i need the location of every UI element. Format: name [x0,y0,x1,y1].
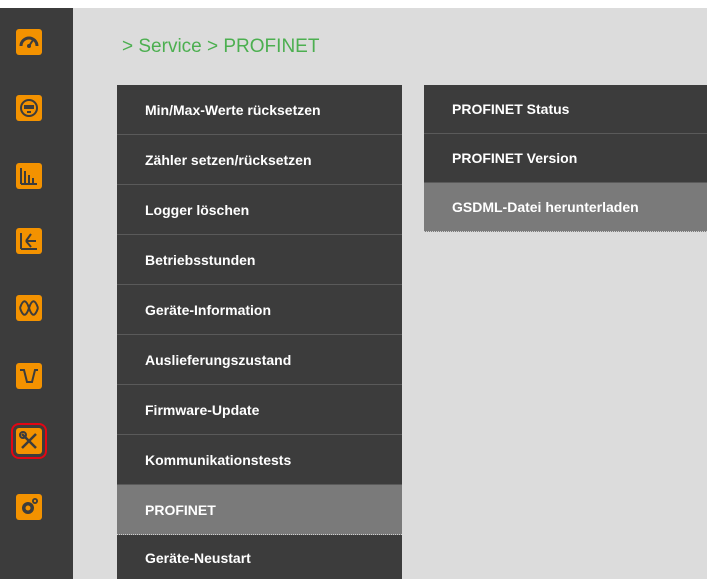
profinet-submenu: PROFINET Status PROFINET Version GSDML-D… [424,85,707,232]
menu-item-minmax-reset[interactable]: Min/Max-Werte rücksetzen [117,85,402,135]
settings-gears-icon [22,498,38,514]
submenu-item-profinet-status[interactable]: PROFINET Status [424,85,707,134]
nav-meter-button[interactable] [16,95,42,121]
nav-service-button[interactable] [11,423,47,459]
phasor-diagram-icon [20,233,37,250]
menu-item-firmware-update[interactable]: Firmware-Update [117,385,402,435]
menu-item-counter-reset[interactable]: Zähler setzen/rücksetzen [117,135,402,185]
menu-item-factory-state[interactable]: Auslieferungszustand [117,335,402,385]
menu-item-operating-hours[interactable]: Betriebsstunden [117,235,402,285]
gauge-icon [19,36,39,48]
harmonics-wave-icon [19,300,39,316]
submenu-item-profinet-version[interactable]: PROFINET Version [424,134,707,183]
menu-item-communication-tests[interactable]: Kommunikationstests [117,435,402,485]
menu-item-profinet[interactable]: PROFINET [117,485,402,535]
breadcrumb: > Service > PROFINET [122,36,320,57]
bar-chart-icon [20,168,37,185]
meter-display-icon [20,99,38,117]
nav-phasor-button[interactable] [16,228,42,254]
nav-waveform-button[interactable] [16,363,42,389]
submenu-item-gsdml-download[interactable]: GSDML-Datei herunterladen [424,183,707,232]
dip-waveform-icon [20,369,38,383]
menu-item-logger-clear[interactable]: Logger löschen [117,185,402,235]
nav-chart-button[interactable] [16,163,42,189]
service-menu: Min/Max-Werte rücksetzen Zähler setzen/r… [117,85,402,579]
nav-harmonics-button[interactable] [16,295,42,321]
menu-item-device-restart[interactable]: Geräte-Neustart [117,535,402,579]
sidebar [0,8,73,579]
menu-item-device-info[interactable]: Geräte-Information [117,285,402,335]
nav-settings-button[interactable] [16,494,42,520]
nav-gauge-button[interactable] [16,29,42,55]
main-content: > Service > PROFINET Min/Max-Werte rücks… [73,8,707,579]
service-tools-icon [19,431,37,449]
